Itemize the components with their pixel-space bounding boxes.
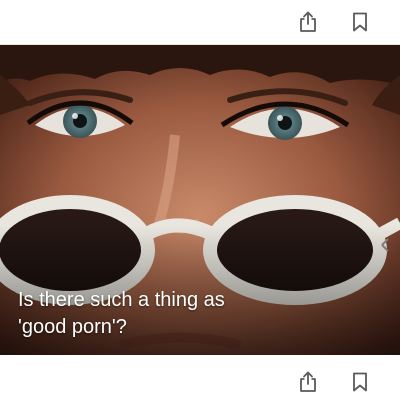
bookmark-icon <box>353 372 367 392</box>
share-button[interactable] <box>296 370 320 394</box>
bookmark-button[interactable] <box>348 370 372 394</box>
article-headline[interactable]: Is there such a thing as 'good porn'? <box>18 287 358 341</box>
headline-line-1: Is there such a thing as <box>18 289 225 311</box>
bookmark-button[interactable] <box>348 10 372 34</box>
top-action-bar <box>0 0 400 44</box>
bottom-action-bar <box>0 360 400 404</box>
share-icon <box>300 11 316 32</box>
share-icon <box>300 371 316 392</box>
bookmark-icon <box>353 12 367 32</box>
share-button[interactable] <box>296 10 320 34</box>
headline-line-2: 'good porn'? <box>18 316 127 338</box>
article-card[interactable]: Is there such a thing as 'good porn'? <box>0 45 400 355</box>
